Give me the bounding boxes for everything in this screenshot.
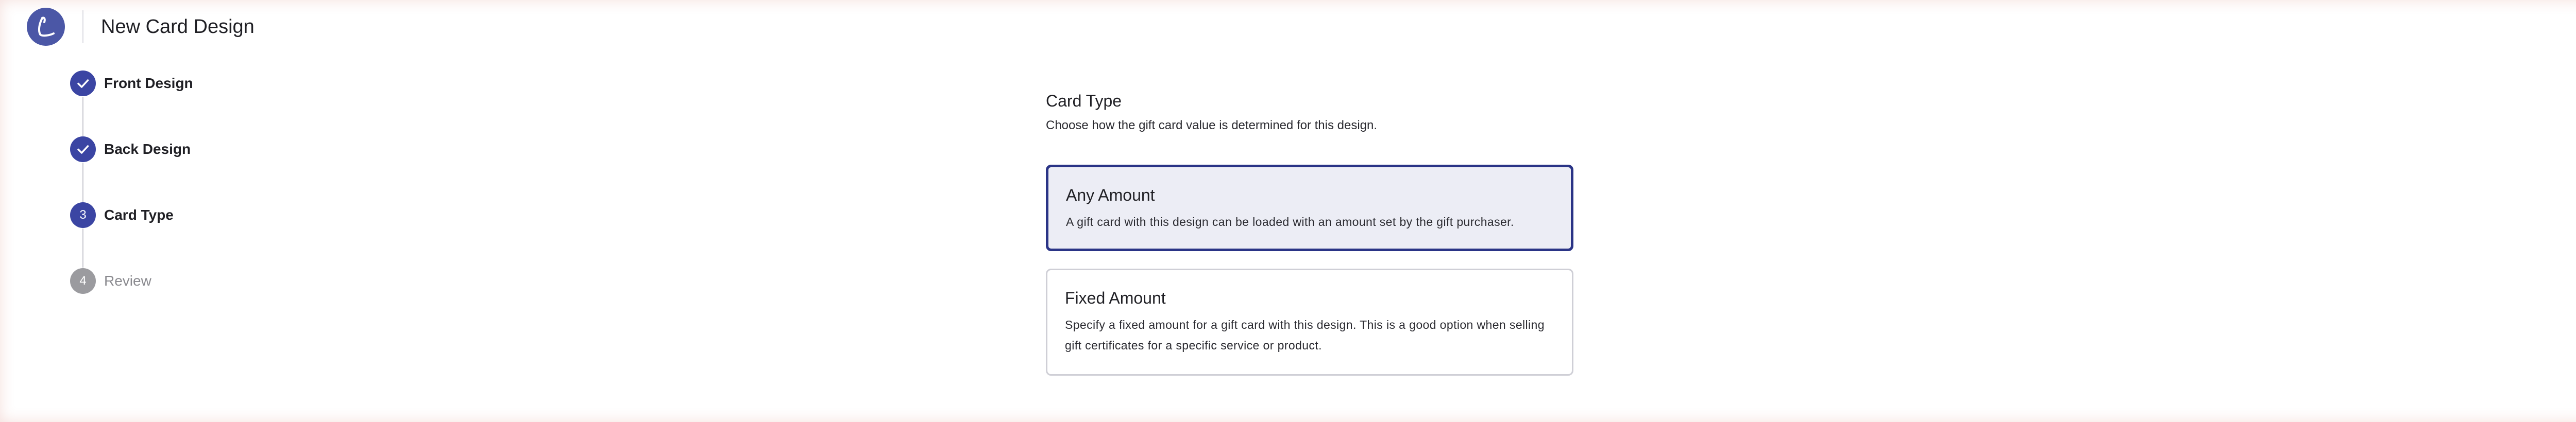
- header-divider: [82, 10, 83, 43]
- step-card-type[interactable]: 3 Card Type: [70, 202, 328, 228]
- option-description: A gift card with this design can be load…: [1066, 215, 1514, 228]
- card-type-section: Card Type Choose how the gift card value…: [1046, 91, 1574, 376]
- option-title: Any Amount: [1066, 186, 1155, 204]
- step-number-badge: 4: [70, 268, 96, 294]
- option-any-amount[interactable]: Any Amount A gift card with this design …: [1046, 165, 1573, 251]
- option-description: Specify a fixed amount for a gift card w…: [1065, 318, 1545, 352]
- step-review[interactable]: 4 Review: [70, 268, 328, 294]
- step-number-badge: 3: [70, 202, 96, 228]
- dialog-header: New Card Design: [0, 0, 2576, 51]
- brand-logo-icon: [27, 8, 65, 46]
- step-label: Review: [104, 273, 151, 289]
- close-button[interactable]: [2569, 5, 2576, 36]
- dialog-title: New Card Design: [101, 16, 255, 38]
- section-description: Choose how the gift card value is determ…: [1046, 118, 1378, 132]
- step-back-design[interactable]: Back Design: [70, 136, 328, 163]
- step-connector: [82, 97, 83, 136]
- step-label: Front Design: [104, 75, 193, 91]
- new-card-design-dialog: New Card Design Front Design Back Design…: [0, 0, 2576, 422]
- step-number: 3: [79, 208, 87, 222]
- progress-stepper: Front Design Back Design 3 Card Type 4 R…: [70, 70, 328, 294]
- check-icon: [77, 79, 89, 88]
- step-label: Card Type: [104, 207, 174, 223]
- step-complete-badge: [70, 136, 96, 162]
- step-connector: [82, 163, 83, 202]
- step-label: Back Design: [104, 141, 191, 157]
- option-title: Fixed Amount: [1065, 289, 1166, 307]
- option-fixed-amount[interactable]: Fixed Amount Specify a fixed amount for …: [1046, 269, 1573, 376]
- section-title: Card Type: [1046, 92, 1122, 110]
- step-front-design[interactable]: Front Design: [70, 70, 328, 97]
- check-icon: [77, 145, 89, 154]
- step-connector: [82, 228, 83, 268]
- step-number: 4: [79, 274, 87, 288]
- step-complete-badge: [70, 71, 96, 96]
